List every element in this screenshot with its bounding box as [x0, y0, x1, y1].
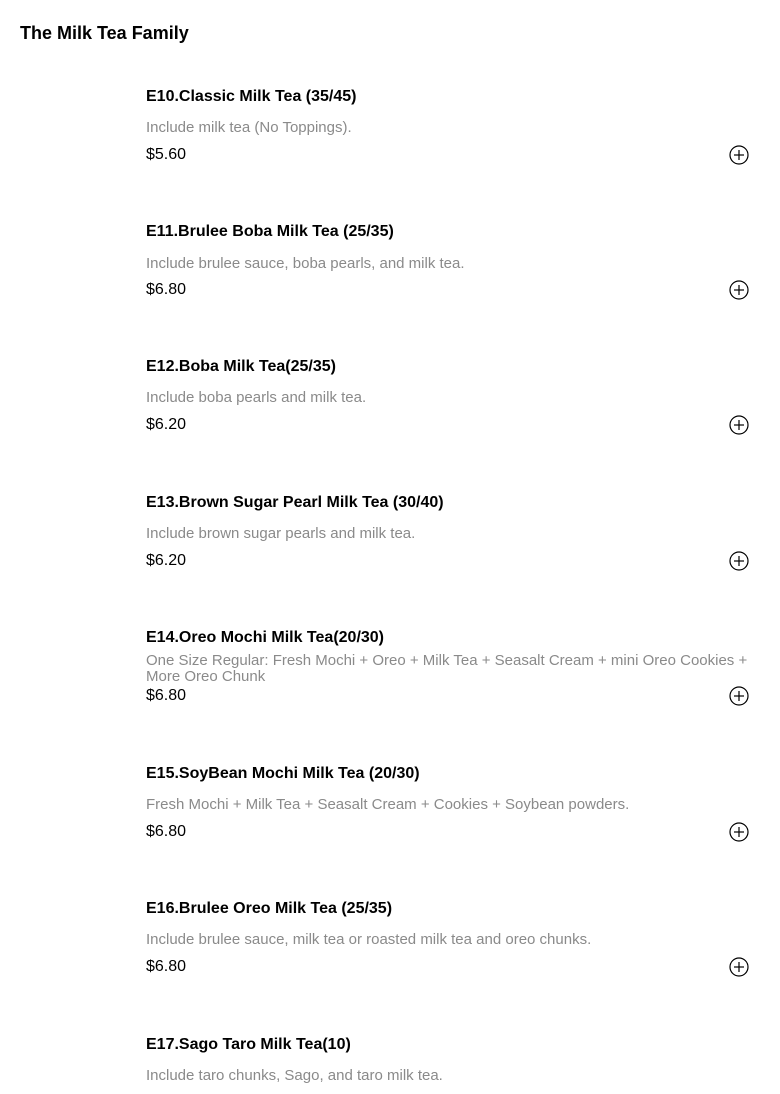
- item-description: Include brulee sauce, boba pearls, and m…: [146, 255, 465, 272]
- item-name[interactable]: E12.Boba Milk Tea(25/35): [146, 357, 336, 377]
- item-price: $6.80: [146, 823, 187, 840]
- menu-item[interactable]: E14.Oreo Mochi Milk Tea(20/30) One Size …: [146, 628, 760, 738]
- item-price: $6.80: [146, 687, 187, 704]
- menu-item[interactable]: E16.Brulee Oreo Milk Tea (25/35) Include…: [146, 899, 760, 1009]
- menu-item[interactable]: E12.Boba Milk Tea(25/35) Include boba pe…: [146, 357, 760, 467]
- item-description: Include boba pearls and milk tea.: [146, 389, 367, 406]
- item-name[interactable]: E11.Brulee Boba Milk Tea (25/35): [146, 222, 394, 242]
- category-title: The Milk Tea Family: [20, 23, 189, 43]
- plus-circle-icon: [729, 822, 749, 842]
- plus-circle-icon: [729, 415, 749, 435]
- add-to-cart-button[interactable]: [729, 415, 749, 435]
- plus-circle-icon: [729, 957, 749, 977]
- item-description: Include brulee sauce, milk tea or roaste…: [146, 931, 592, 948]
- add-to-cart-button[interactable]: [729, 957, 749, 977]
- item-description: Include milk tea (No Toppings).: [146, 119, 352, 136]
- menu-item[interactable]: E15.SoyBean Mochi Milk Tea (20/30) Fresh…: [146, 764, 760, 874]
- item-price: $6.80: [146, 958, 187, 975]
- item-description: One Size Regular: Fresh Mochi + Oreo + M…: [146, 652, 748, 685]
- menu-item[interactable]: E17.Sago Taro Milk Tea(10) Include taro …: [146, 1035, 760, 1094]
- item-description: Include taro chunks, Sago, and taro milk…: [146, 1067, 443, 1084]
- add-to-cart-button[interactable]: [729, 686, 749, 706]
- add-to-cart-button[interactable]: [729, 280, 749, 300]
- menu-item[interactable]: E11.Brulee Boba Milk Tea (25/35) Include…: [146, 222, 760, 332]
- item-description: Fresh Mochi + Milk Tea + Seasalt Cream +…: [146, 796, 630, 813]
- item-name[interactable]: E10.Classic Milk Tea (35/45): [146, 87, 356, 107]
- item-description: Include brown sugar pearls and milk tea.: [146, 525, 416, 542]
- item-name[interactable]: E17.Sago Taro Milk Tea(10): [146, 1035, 351, 1055]
- plus-circle-icon: [729, 280, 749, 300]
- item-price: $6.80: [146, 281, 187, 298]
- item-price: $6.20: [146, 416, 187, 433]
- item-name[interactable]: E16.Brulee Oreo Milk Tea (25/35): [146, 899, 392, 919]
- plus-circle-icon: [729, 145, 749, 165]
- item-name[interactable]: E14.Oreo Mochi Milk Tea(20/30): [146, 628, 384, 648]
- item-name[interactable]: E13.Brown Sugar Pearl Milk Tea (30/40): [146, 493, 444, 513]
- add-to-cart-button[interactable]: [729, 551, 749, 571]
- item-price: $5.60: [146, 146, 187, 163]
- menu-item[interactable]: E13.Brown Sugar Pearl Milk Tea (30/40) I…: [146, 493, 760, 603]
- add-to-cart-button[interactable]: [729, 145, 749, 165]
- menu-item[interactable]: E10.Classic Milk Tea (35/45) Include mil…: [146, 87, 760, 197]
- item-name[interactable]: E15.SoyBean Mochi Milk Tea (20/30): [146, 764, 420, 784]
- plus-circle-icon: [729, 686, 749, 706]
- add-to-cart-button[interactable]: [729, 822, 749, 842]
- item-price: $6.20: [146, 552, 187, 569]
- plus-circle-icon: [729, 551, 749, 571]
